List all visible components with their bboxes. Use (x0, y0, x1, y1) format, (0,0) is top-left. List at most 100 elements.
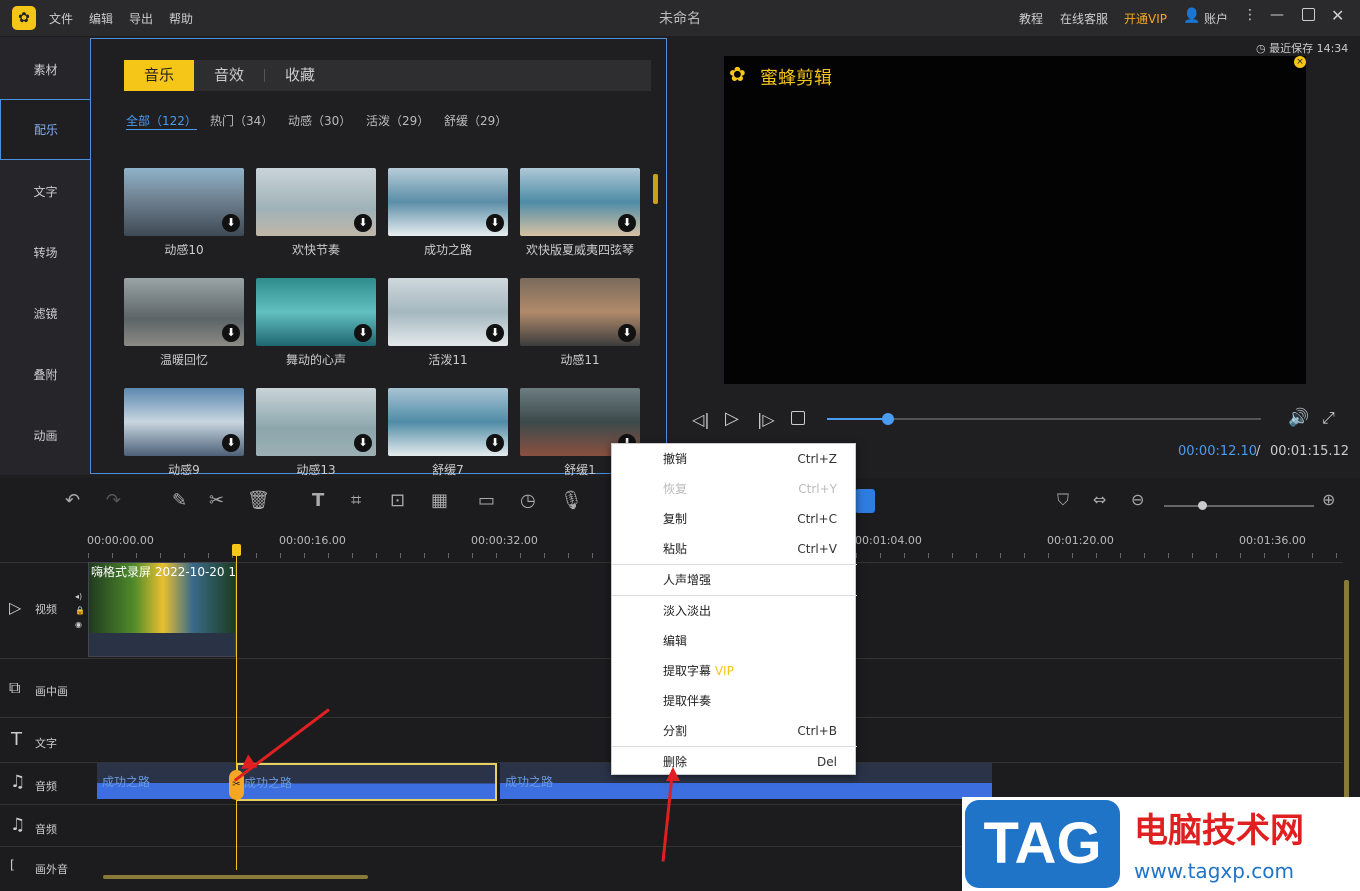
vip-link[interactable]: 开通VIP (1124, 10, 1167, 27)
redo-icon[interactable]: ↷ (106, 490, 121, 511)
close-icon[interactable]: ✕ (1331, 6, 1344, 25)
nav-text[interactable]: 文字 (0, 162, 91, 223)
music-card[interactable]: ⬇ 动感13 (256, 388, 376, 478)
menu-item-edit[interactable]: 编辑 (612, 626, 857, 656)
account-link[interactable]: 账户 (1204, 10, 1228, 27)
nav-material[interactable]: 素材 (0, 40, 91, 101)
category-dynamic[interactable]: 动感（30） (288, 112, 351, 129)
category-lively[interactable]: 活泼（29） (366, 112, 429, 129)
playhead-handle[interactable] (232, 544, 241, 556)
thumbnail: ⬇ (520, 168, 640, 236)
download-icon[interactable]: ⬇ (222, 324, 240, 342)
zoom-handle[interactable] (1198, 501, 1207, 510)
fit-icon[interactable]: ⇔ (1093, 490, 1106, 509)
download-icon[interactable]: ⬇ (486, 324, 504, 342)
arrow-head (666, 767, 680, 781)
download-icon[interactable]: ⬇ (618, 214, 636, 232)
fullscreen-icon[interactable]: ⤢ (1322, 408, 1335, 428)
category-all[interactable]: 全部（122） (126, 112, 197, 130)
tab-sound-effects[interactable]: 音效 (194, 60, 264, 91)
category-hot[interactable]: 热门（34） (210, 112, 273, 129)
account-icon[interactable]: 👤 (1183, 8, 1200, 24)
download-icon[interactable]: ⬇ (222, 434, 240, 452)
music-card[interactable]: ⬇ 动感9 (124, 388, 244, 478)
category-soothing[interactable]: 舒缓（29） (444, 112, 507, 129)
watermark: TAG 电脑技术网 www.tagxp.com (962, 797, 1360, 891)
menu-item-fade[interactable]: 淡入淡出 (612, 596, 857, 626)
menu-item-voice-enhance[interactable]: 人声增强 (612, 565, 857, 595)
music-card[interactable]: ⬇ 成功之路 (388, 168, 508, 258)
transform-icon[interactable]: ⊡ (390, 490, 405, 511)
menu-item-extract-subtitle[interactable]: 提取字幕 VIP (612, 656, 857, 686)
watermark-title: 电脑技术网 (1134, 811, 1304, 851)
download-icon[interactable]: ⬇ (486, 214, 504, 232)
nav-transition[interactable]: 转场 (0, 223, 91, 284)
minimize-icon[interactable]: — (1270, 7, 1284, 23)
mosaic-icon[interactable]: ▦ (431, 490, 448, 511)
music-card[interactable]: ⬇ 舒缓7 (388, 388, 508, 478)
download-icon[interactable]: ⬇ (222, 214, 240, 232)
maximize-icon[interactable] (1302, 8, 1315, 21)
crop-icon[interactable]: ⌗ (351, 490, 361, 511)
volume-icon[interactable]: 🔊 (1288, 408, 1309, 428)
undo-icon[interactable]: ↶ (65, 490, 80, 511)
tab-favorites[interactable]: 收藏 (265, 60, 335, 91)
download-icon[interactable]: ⬇ (354, 324, 372, 342)
zoom-slider[interactable] (1164, 505, 1314, 507)
stop-icon[interactable] (791, 411, 805, 425)
play-icon[interactable]: ▷ (725, 408, 739, 429)
text-tool-icon[interactable]: T (312, 490, 324, 511)
thumbnail: ⬇ (124, 278, 244, 346)
export-button[interactable] (855, 489, 875, 513)
tutorial-link[interactable]: 教程 (1019, 10, 1043, 27)
delete-icon[interactable]: 🗑 (247, 490, 270, 511)
menu-item-copy[interactable]: 复制 Ctrl+C (612, 504, 857, 534)
tab-music[interactable]: 音乐 (124, 60, 194, 91)
music-card[interactable]: ⬇ 活泼11 (388, 278, 508, 368)
download-icon[interactable]: ⬇ (486, 434, 504, 452)
audio-clip-selected[interactable]: 成功之路 (236, 763, 497, 801)
menu-item-split[interactable]: 分割 Ctrl+B (612, 716, 857, 746)
menu-item-redo[interactable]: 恢复 Ctrl+Y (612, 474, 857, 504)
download-icon[interactable]: ⬇ (618, 324, 636, 342)
music-card[interactable]: ⬇ 欢快版夏威夷四弦琴 (520, 168, 640, 258)
track-controls-icon[interactable]: ◂) 🔒 ◉ (75, 590, 85, 632)
nav-animation[interactable]: 动画 (0, 406, 91, 467)
record-audio-icon[interactable]: 🎙 (560, 490, 583, 511)
watermark-tag: TAG (965, 800, 1120, 888)
edit-icon[interactable]: ✎ (172, 490, 187, 511)
progress-handle[interactable] (881, 413, 894, 425)
watermark-close-icon[interactable]: × (1294, 56, 1306, 68)
music-card[interactable]: ⬇ 动感10 (124, 168, 244, 258)
nav-filter[interactable]: 滤镜 (0, 284, 91, 345)
video-clip[interactable]: 嗨格式录屏 2022-10-20 1 (88, 562, 236, 657)
marker-icon[interactable]: ⛉ (1057, 490, 1069, 510)
split-icon[interactable]: ✂ (209, 490, 224, 511)
menu-item-undo[interactable]: 撤销 Ctrl+Z (612, 444, 857, 474)
audio-clip[interactable]: 成功之路 (97, 763, 236, 799)
menu-item-delete[interactable]: 删除 Del (612, 747, 857, 777)
frame-icon[interactable]: ▭ (478, 490, 495, 511)
download-icon[interactable]: ⬇ (354, 434, 372, 452)
next-frame-icon[interactable]: |▷ (757, 410, 775, 429)
library-scrollbar[interactable] (653, 174, 658, 204)
zoom-in-icon[interactable]: ⊕ (1322, 490, 1335, 509)
timeline-h-scrollbar[interactable] (103, 875, 368, 879)
zoom-out-icon[interactable]: ⊖ (1131, 490, 1144, 509)
speed-icon[interactable]: ◷ (520, 490, 536, 511)
nav-music[interactable]: 配乐 (0, 99, 91, 160)
menu-item-paste[interactable]: 粘贴 Ctrl+V (612, 534, 857, 564)
download-icon[interactable]: ⬇ (354, 214, 372, 232)
music-card[interactable]: ⬇ 舞动的心声 (256, 278, 376, 368)
playhead[interactable] (236, 548, 237, 870)
vip-badge: VIP (714, 664, 734, 678)
menu-item-extract-accompaniment[interactable]: 提取伴奏 (612, 686, 857, 716)
music-card[interactable]: ⬇ 温暖回忆 (124, 278, 244, 368)
nav-overlay[interactable]: 叠附 (0, 345, 91, 406)
thumbnail: ⬇ (256, 278, 376, 346)
support-link[interactable]: 在线客服 (1060, 10, 1108, 27)
prev-frame-icon[interactable]: ◁| (692, 410, 710, 429)
music-card[interactable]: ⬇ 动感11 (520, 278, 640, 368)
more-icon[interactable]: ⋮ (1243, 7, 1257, 23)
music-card[interactable]: ⬇ 欢快节奏 (256, 168, 376, 258)
